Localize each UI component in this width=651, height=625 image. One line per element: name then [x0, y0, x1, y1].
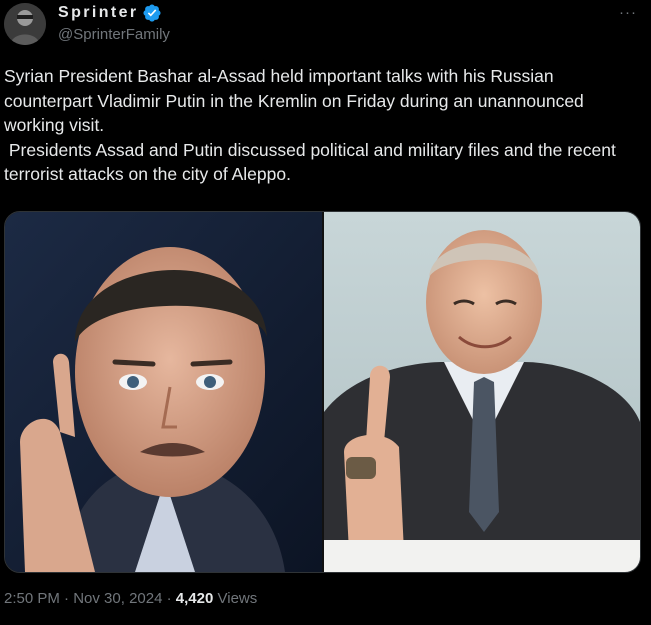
- views-count: 4,420: [175, 590, 214, 607]
- tweet-text: Syrian President Bashar al-Assad held im…: [4, 64, 644, 187]
- tweet-paragraph-2: Presidents Assad and Putin discussed pol…: [4, 139, 621, 185]
- tweet-meta: 2:50 PM · Nov 30, 2024 · 4,420 Views: [4, 590, 257, 607]
- assad-portrait-image: [5, 212, 322, 572]
- media-image-putin[interactable]: [324, 212, 640, 572]
- avatar[interactable]: [4, 3, 46, 45]
- meta-separator: ·: [59, 590, 74, 607]
- views-label: Views: [213, 590, 258, 607]
- more-options-icon[interactable]: ···: [619, 4, 637, 21]
- author-name-row[interactable]: Sprinter: [58, 2, 162, 24]
- avatar-image: [4, 3, 46, 45]
- verified-badge-icon[interactable]: [142, 3, 162, 23]
- media-image-assad[interactable]: [5, 212, 322, 572]
- tweet-paragraph-1: Syrian President Bashar al-Assad held im…: [4, 66, 589, 136]
- author-display-name[interactable]: Sprinter: [58, 4, 139, 22]
- meta-separator: ·: [162, 590, 176, 607]
- author-handle[interactable]: @SprinterFamily: [58, 26, 170, 43]
- putin-thumbs-up-image: [324, 212, 640, 572]
- media-grid[interactable]: [4, 211, 641, 573]
- tweet-time[interactable]: 2:50 PM: [4, 590, 60, 607]
- tweet-date[interactable]: Nov 30, 2024: [73, 590, 162, 607]
- tweet-card: Sprinter @SprinterFamily ··· Syrian Pres…: [0, 0, 651, 625]
